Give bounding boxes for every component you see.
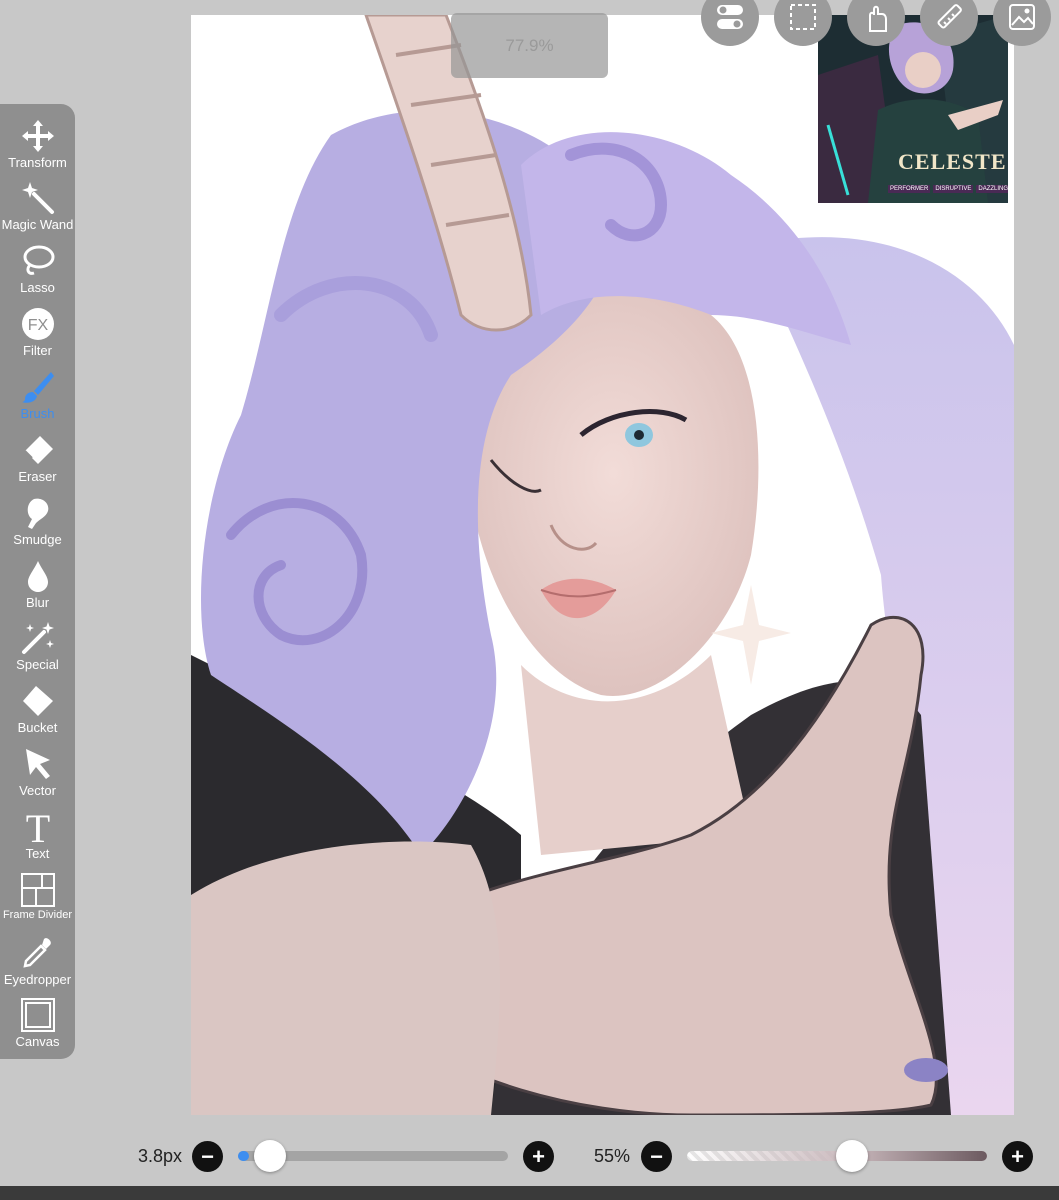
reference-image-panel[interactable]: CELESTE PERFORMER DISRUPTIVE DAZZLING	[818, 15, 1008, 203]
eraser-icon	[23, 436, 53, 464]
reference-title: CELESTE	[898, 149, 1007, 174]
tool-smudge[interactable]: Smudge	[0, 493, 75, 556]
tool-label: Lasso	[20, 280, 55, 295]
lasso-icon	[23, 245, 54, 275]
tool-label: Frame Divider	[2, 909, 73, 921]
brush-size-decrease-button[interactable]: −	[192, 1141, 223, 1172]
minus-icon: −	[650, 1143, 663, 1169]
brush-size-fill	[238, 1151, 249, 1161]
layers-icon	[1009, 4, 1035, 30]
tool-lasso[interactable]: Lasso	[0, 241, 75, 304]
smudge-finger-icon	[27, 498, 48, 529]
brush-icon	[21, 372, 54, 403]
opacity-handle[interactable]	[836, 1140, 868, 1172]
tool-label: Bucket	[17, 720, 58, 735]
tool-frame-divider[interactable]: Frame Divider	[0, 870, 75, 933]
fx-icon: FX	[21, 308, 54, 340]
tool-label: Eraser	[18, 469, 57, 484]
tool-vector[interactable]: Vector	[0, 744, 75, 807]
svg-text:T: T	[25, 809, 49, 845]
droplet-icon	[27, 561, 48, 592]
tool-eyedropper[interactable]: Eyedropper	[0, 933, 75, 996]
reference-tags: PERFORMER DISRUPTIVE DAZZLING	[888, 185, 1008, 193]
opacity-label: 55%	[594, 1146, 631, 1166]
magic-wand-icon	[21, 182, 54, 214]
tool-special[interactable]: Special	[0, 618, 75, 681]
tool-label: Canvas	[15, 1034, 60, 1049]
tool-blur[interactable]: Blur	[0, 556, 75, 619]
tool-brush[interactable]: Brush	[0, 367, 75, 430]
minus-icon: −	[201, 1143, 214, 1169]
tool-label: Vector	[19, 783, 56, 798]
opacity-decrease-button[interactable]: −	[641, 1141, 672, 1172]
tool-filter[interactable]: FX Filter	[0, 304, 75, 367]
tool-eraser[interactable]: Eraser	[0, 430, 75, 493]
tool-label: Smudge	[13, 532, 62, 547]
text-t-icon: T	[25, 809, 49, 845]
tool-text[interactable]: T Text	[0, 807, 75, 870]
eyedropper-icon	[22, 938, 51, 968]
tool-label: Eyedropper	[3, 972, 72, 987]
tool-label: Text	[25, 846, 50, 861]
tool-bucket[interactable]: Bucket	[0, 681, 75, 744]
bottom-bar	[0, 1186, 1059, 1200]
plus-icon: +	[1011, 1143, 1024, 1169]
opacity-increase-button[interactable]: +	[1002, 1141, 1033, 1172]
tool-label: Transform	[8, 155, 67, 170]
brush-size-label: 3.8px	[138, 1146, 183, 1166]
tool-label: Magic Wand	[1, 217, 74, 232]
tool-label: Brush	[20, 406, 55, 421]
reference-tag: DISRUPTIVE	[933, 185, 974, 193]
ruler-icon	[937, 4, 962, 29]
plus-icon: +	[532, 1143, 545, 1169]
zoom-level-text: 77.9%	[505, 35, 554, 55]
tool-label: Special	[16, 657, 59, 672]
cursor-arrow-icon	[25, 749, 50, 779]
tool-canvas[interactable]: Canvas	[0, 995, 75, 1058]
zoom-level-indicator: 77.9%	[451, 13, 608, 78]
bucket-icon	[22, 686, 53, 716]
brush-size-increase-button[interactable]: +	[523, 1141, 554, 1172]
tool-label: Filter	[23, 343, 52, 358]
svg-text:FX: FX	[27, 317, 48, 334]
canvas-square-icon	[20, 998, 55, 1032]
move-arrows-icon	[21, 120, 54, 152]
reference-tag: DAZZLING	[976, 185, 1008, 193]
tool-sidebar: Transform Magic Wand Lasso FX Filter Bru…	[0, 104, 75, 1059]
hand-gesture-icon	[869, 5, 887, 32]
tool-transform[interactable]: Transform	[0, 116, 75, 179]
sparkle-wand-icon	[21, 622, 54, 654]
tool-label: Blur	[25, 595, 50, 610]
brush-size-handle[interactable]	[253, 1140, 286, 1172]
frame-divider-icon	[20, 873, 55, 907]
toggle-icon	[717, 5, 743, 29]
tool-magic-wand[interactable]: Magic Wand	[0, 178, 75, 241]
reference-tag: PERFORMER	[888, 185, 931, 193]
selection-marquee-icon	[790, 4, 816, 30]
